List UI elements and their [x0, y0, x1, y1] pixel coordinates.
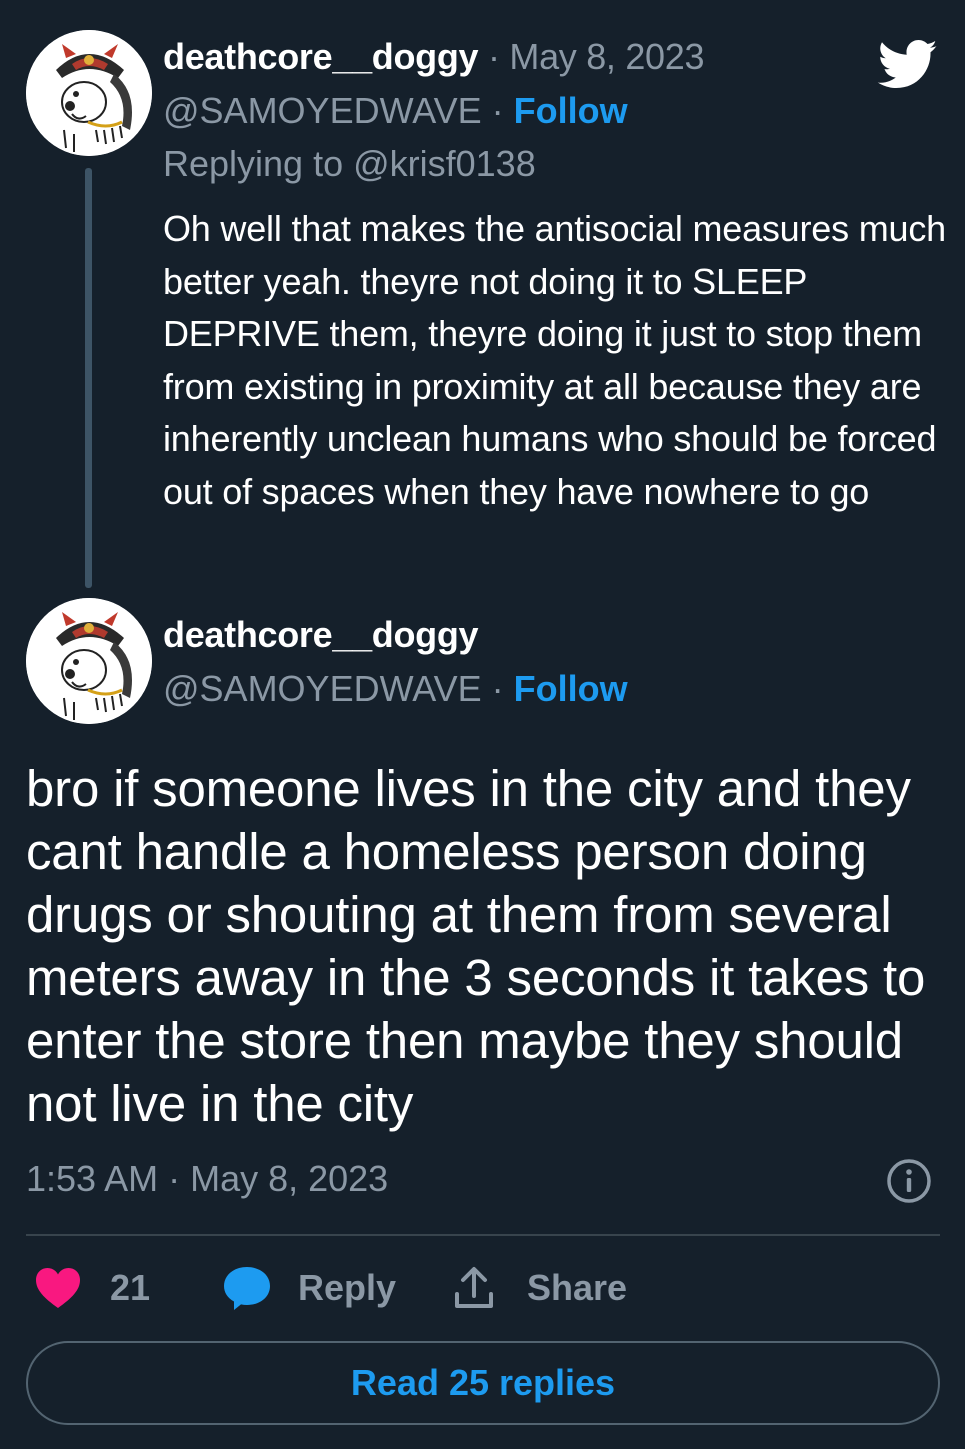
replying-to-label[interactable]: Replying to @krisf0138: [163, 143, 536, 185]
separator-dot: ·: [487, 36, 500, 77]
reply-tweet-text: Oh well that makes the antisocial measur…: [163, 208, 946, 512]
samoyed-avatar-icon: [26, 30, 152, 156]
heart-icon: [36, 1268, 80, 1308]
follow-button[interactable]: Follow: [514, 90, 628, 131]
upload-share-icon: [455, 1267, 493, 1308]
share-label: Share: [527, 1267, 628, 1308]
user-handle[interactable]: @SAMOYEDWAVE: [163, 90, 482, 131]
tweet-date[interactable]: May 8, 2023: [509, 36, 704, 77]
tweet-timestamp[interactable]: 1:53 AM · May 8, 2023: [26, 1158, 388, 1200]
user-handle[interactable]: @SAMOYEDWAVE: [163, 668, 482, 709]
separator-dot: ·: [491, 668, 504, 709]
twitter-bird-icon: [877, 40, 937, 88]
display-name[interactable]: deathcore__doggy: [163, 36, 479, 77]
avatar[interactable]: [26, 30, 152, 156]
read-replies-button[interactable]: Read 25 replies: [26, 1341, 940, 1425]
divider: [26, 1234, 940, 1236]
info-icon[interactable]: [886, 1158, 932, 1204]
read-replies-label: Read 25 replies: [350, 1362, 616, 1403]
main-tweet-text: bro if someone lives in the city and the…: [26, 760, 926, 1132]
share-button[interactable]: Share: [453, 1262, 627, 1314]
like-button[interactable]: 21: [34, 1262, 150, 1314]
separator-dot: ·: [491, 90, 504, 131]
follow-button[interactable]: Follow: [514, 668, 628, 709]
like-count: 21: [110, 1267, 151, 1308]
speech-bubble-icon: [224, 1267, 270, 1310]
avatar[interactable]: [26, 598, 152, 724]
reply-label: Reply: [298, 1267, 397, 1308]
samoyed-avatar-icon: [26, 598, 152, 724]
display-name[interactable]: deathcore__doggy: [163, 614, 479, 656]
thread-connector-line: [85, 168, 92, 588]
reply-button[interactable]: Reply: [222, 1262, 396, 1314]
